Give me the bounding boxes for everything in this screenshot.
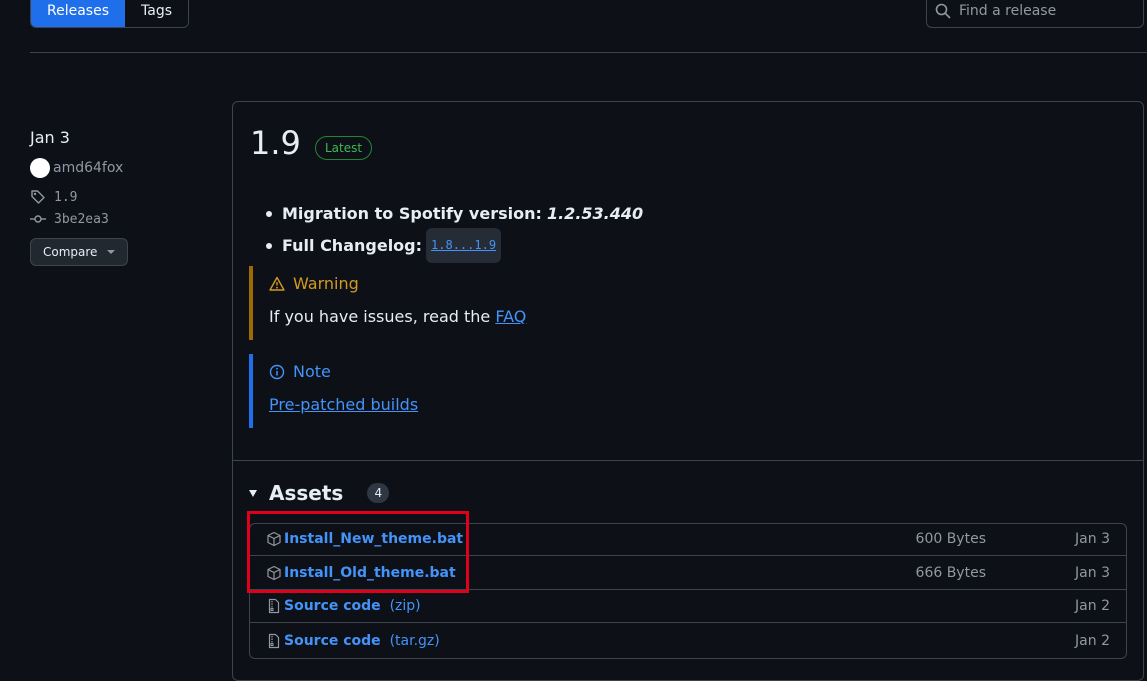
commit-icon bbox=[30, 215, 46, 223]
list-item: Full Changelog: 1.8...1.9 bbox=[266, 228, 643, 263]
table-row: Source code (tar.gz) Jan 2 bbox=[250, 624, 1126, 657]
assets-title: Assets bbox=[269, 481, 344, 505]
assets-count: 4 bbox=[367, 483, 390, 503]
release-date: Jan 3 bbox=[30, 128, 70, 147]
note-title: Note bbox=[269, 362, 418, 381]
divider bbox=[30, 52, 1147, 53]
bullet-label: Full Changelog: bbox=[282, 236, 423, 255]
asset-link[interactable]: Source code (zip) bbox=[266, 598, 421, 614]
warning-body: If you have issues, read the FAQ bbox=[269, 307, 526, 326]
search-icon bbox=[935, 3, 951, 19]
asset-link[interactable]: Source code (tar.gz) bbox=[266, 633, 440, 649]
faq-link[interactable]: FAQ bbox=[495, 307, 526, 326]
release-tabs: Releases Tags bbox=[30, 0, 189, 28]
pre-patched-builds-link[interactable]: Pre-patched builds bbox=[269, 395, 418, 414]
latest-badge: Latest bbox=[315, 136, 373, 160]
asset-date: Jan 3 bbox=[1075, 565, 1110, 581]
release-version[interactable]: 1.9 bbox=[250, 124, 301, 162]
warning-title-text: Warning bbox=[293, 274, 359, 293]
asset-name[interactable]: Source code bbox=[284, 598, 381, 614]
divider bbox=[233, 460, 1143, 461]
compare-label: Compare bbox=[43, 245, 98, 259]
file-zip-icon bbox=[268, 598, 280, 614]
compare-button[interactable]: Compare bbox=[30, 238, 128, 266]
asset-name[interactable]: Source code bbox=[284, 633, 381, 649]
assets-toggle[interactable]: Assets 4 bbox=[249, 481, 390, 505]
file-zip-icon bbox=[268, 633, 280, 648]
note-title-text: Note bbox=[293, 362, 331, 381]
asset-date: Jan 2 bbox=[1075, 598, 1110, 614]
avatar[interactable] bbox=[30, 158, 50, 178]
warning-title: Warning bbox=[269, 274, 526, 293]
warning-text: If you have issues, read the bbox=[269, 307, 491, 326]
warning-icon bbox=[269, 276, 285, 291]
asset-date: Jan 3 bbox=[1075, 531, 1110, 547]
tag-label[interactable]: 1.9 bbox=[54, 190, 77, 205]
chevron-down-icon bbox=[107, 250, 116, 254]
tag-icon bbox=[31, 190, 45, 204]
tab-releases[interactable]: Releases bbox=[31, 0, 125, 27]
asset-format[interactable]: (tar.gz) bbox=[390, 633, 440, 649]
warning-alert: Warning If you have issues, read the FAQ bbox=[249, 266, 526, 340]
release-notes: Migration to Spotify version: 1.2.53.440… bbox=[266, 199, 643, 263]
tab-tags[interactable]: Tags bbox=[125, 0, 188, 27]
asset-format[interactable]: (zip) bbox=[390, 598, 421, 614]
highlight-box bbox=[247, 511, 469, 593]
note-alert: Note Pre-patched builds bbox=[249, 354, 418, 428]
commit-hash[interactable]: 3be2ea3 bbox=[54, 212, 109, 227]
tag-row[interactable]: 1.9 bbox=[30, 189, 77, 205]
release-search[interactable] bbox=[926, 0, 1144, 28]
note-body: Pre-patched builds bbox=[269, 395, 418, 414]
caret-down-icon bbox=[249, 489, 257, 497]
bullet-label: Migration to Spotify version: bbox=[282, 204, 542, 223]
author-name[interactable]: amd64fox bbox=[53, 160, 123, 176]
asset-date: Jan 2 bbox=[1075, 632, 1110, 649]
asset-size: 666 Bytes bbox=[915, 565, 986, 581]
changelog-link[interactable]: 1.8...1.9 bbox=[426, 228, 502, 263]
author[interactable]: amd64fox bbox=[30, 158, 123, 178]
commit-row[interactable]: 3be2ea3 bbox=[30, 211, 109, 227]
search-input[interactable] bbox=[959, 3, 1129, 19]
table-row: Source code (zip) Jan 2 bbox=[250, 590, 1126, 623]
bullet-value: 1.2.53.440 bbox=[546, 204, 644, 223]
list-item: Migration to Spotify version: 1.2.53.440 bbox=[266, 199, 643, 228]
asset-size: 600 Bytes bbox=[915, 531, 986, 547]
info-icon bbox=[269, 364, 285, 379]
